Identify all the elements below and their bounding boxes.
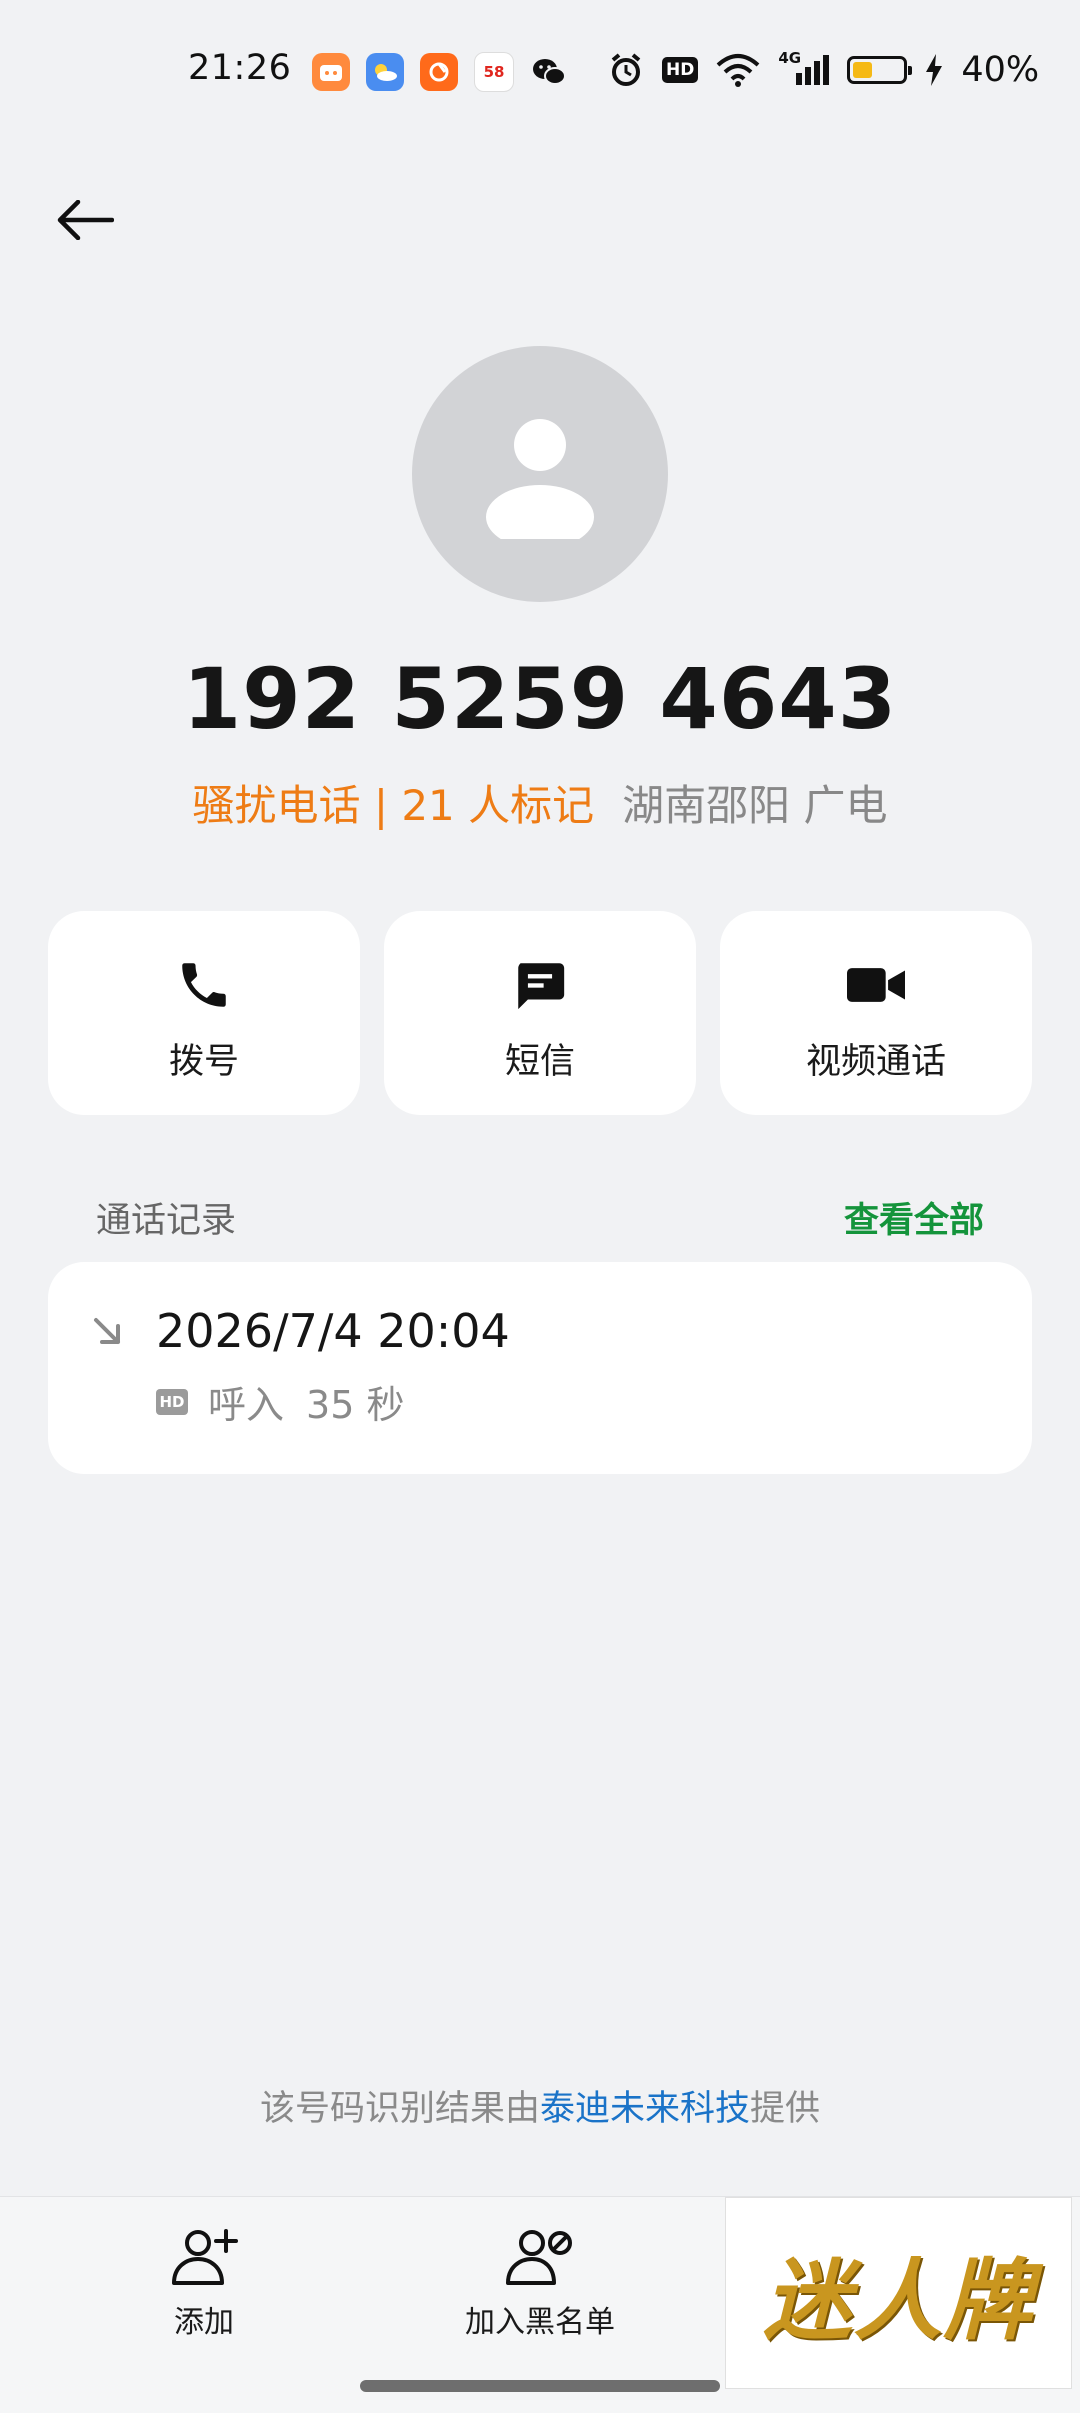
sms-label: 短信 xyxy=(504,1042,575,1082)
signal-icon: 4G xyxy=(778,49,830,85)
orange-app-icon xyxy=(420,53,458,91)
status-time: 21:26 xyxy=(188,48,292,88)
block-person-icon xyxy=(506,2230,572,2285)
blacklist-label: 加入黑名单 xyxy=(465,2305,615,2340)
call-history-title: 通话记录 xyxy=(96,1201,237,1241)
alarm-icon xyxy=(611,53,641,86)
wechat-icon xyxy=(530,53,568,91)
phone-icon xyxy=(182,963,226,1007)
back-button[interactable] xyxy=(50,190,120,250)
battery-percent: 40% xyxy=(961,50,1040,90)
number-info: 骚扰电话 | 21 人标记 湖南邵阳 广电 xyxy=(0,772,1080,833)
dial-label: 拨号 xyxy=(168,1042,239,1082)
hd-call-icon: HD xyxy=(156,1388,188,1415)
arrow-left-icon xyxy=(57,200,114,240)
video-call-button[interactable]: 视频通话 xyxy=(720,911,1032,1115)
number-location: 湖南邵阳 广电 xyxy=(622,781,888,830)
sms-button[interactable]: 短信 xyxy=(384,911,696,1115)
view-all-link[interactable]: 查看全部 xyxy=(844,1192,984,1243)
bilibili-icon xyxy=(312,53,350,91)
home-indicator[interactable] xyxy=(360,2380,720,2392)
identification-note: 该号码识别结果由泰迪未来科技提供 xyxy=(0,2080,1080,2131)
hd-voice-badge: HD xyxy=(662,57,699,83)
incoming-call-icon xyxy=(90,1314,124,1352)
video-call-label: 视频通话 xyxy=(805,1042,946,1082)
add-contact-label: 添加 xyxy=(174,2305,234,2340)
notification-icons: 58 xyxy=(312,52,568,92)
person-icon xyxy=(486,419,594,539)
spam-tag: 骚扰电话 | 21 人标记 xyxy=(192,781,595,830)
call-duration: 35 秒 xyxy=(306,1383,405,1427)
battery-level xyxy=(853,62,873,78)
wifi-icon xyxy=(717,54,760,87)
call-type: 呼入 xyxy=(208,1383,285,1427)
contact-avatar xyxy=(412,346,668,602)
dial-button[interactable]: 拨号 xyxy=(48,911,360,1115)
watermark-logo: 迷人牌 xyxy=(725,2197,1072,2389)
blacklist-button[interactable]: 加入黑名单 xyxy=(430,2227,650,2341)
system-icons: HD 4G 40% xyxy=(608,49,1040,90)
watermark-logo-text: 迷人牌 xyxy=(763,2247,1034,2352)
message-icon xyxy=(518,963,565,1010)
video-call-icon xyxy=(847,968,905,1002)
weather-icon xyxy=(366,53,404,91)
call-meta: HD 呼入 35 秒 xyxy=(156,1374,404,1429)
call-datetime: 2026/7/4 20:04 xyxy=(156,1304,510,1358)
network-type-label: 4G xyxy=(778,49,802,67)
add-contact-button[interactable]: 添加 xyxy=(94,2227,314,2341)
status-bar: 21:26 58 HD 4G 40% xyxy=(0,0,1080,140)
charging-bolt-icon xyxy=(926,54,943,86)
battery-icon xyxy=(847,56,913,84)
note-prefix: 该号码识别结果由 xyxy=(259,2089,540,2129)
call-record[interactable]: 2026/7/4 20:04 HD 呼入 35 秒 xyxy=(48,1262,1032,1474)
add-person-icon xyxy=(172,2229,238,2285)
provider-link[interactable]: 泰迪未来科技 xyxy=(540,2089,750,2129)
58-app-icon: 58 xyxy=(474,52,514,92)
note-suffix: 提供 xyxy=(750,2089,821,2129)
phone-number: 192 5259 4643 xyxy=(182,650,898,748)
